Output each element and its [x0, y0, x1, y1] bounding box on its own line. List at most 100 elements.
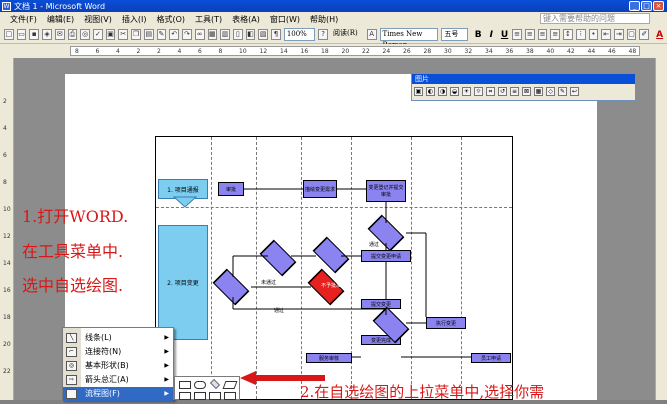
- data-shape-icon[interactable]: [222, 381, 238, 389]
- text-wrapping-icon[interactable]: ▦: [534, 87, 543, 96]
- align-center-icon[interactable]: ≡: [524, 29, 535, 40]
- reset-picture-icon[interactable]: ↩: [570, 87, 579, 96]
- print-preview-icon[interactable]: ◎: [80, 29, 91, 40]
- document-map-icon[interactable]: ▧: [258, 29, 269, 40]
- styles-icon[interactable]: A: [366, 29, 377, 40]
- font-select[interactable]: Times New Roman: [379, 28, 439, 49]
- vertical-scrollbar[interactable]: [655, 58, 667, 400]
- align-left-icon[interactable]: ≡: [512, 29, 522, 40]
- insert-picture-icon[interactable]: ▣: [414, 87, 423, 96]
- maximize-button[interactable]: □: [641, 1, 652, 11]
- decrease-indent-icon[interactable]: ⇤: [601, 29, 611, 40]
- instruction-line-2: 在工具菜单中.: [22, 242, 124, 261]
- ruler-tick: 4: [3, 125, 7, 132]
- ruler-tick: 18: [321, 48, 329, 55]
- insert-table-icon[interactable]: ▥: [220, 29, 230, 40]
- vertical-ruler[interactable]: 2 4 6 8 10 12 14 16 18 20 22: [0, 58, 14, 400]
- menu-table[interactable]: 表格(A): [232, 14, 260, 25]
- menu-item-basic-shapes[interactable]: ◎ 基本形状(B) ▶: [63, 359, 173, 373]
- hyperlink-icon[interactable]: ∞: [194, 29, 205, 40]
- underline-button[interactable]: U: [501, 30, 508, 40]
- menu-insert[interactable]: 插入(I): [122, 14, 147, 25]
- internal-storage-shape-icon[interactable]: [194, 392, 206, 400]
- border-icon[interactable]: ▢: [626, 29, 637, 40]
- line-style-icon[interactable]: ≡: [510, 87, 519, 96]
- menu-item-block-arrows[interactable]: ⇨ 箭头总汇(A) ▶: [63, 373, 173, 387]
- ruler-tick: 6: [198, 48, 202, 55]
- alternate-process-shape-icon[interactable]: [194, 381, 206, 389]
- numbering-icon[interactable]: ⁝: [575, 29, 586, 40]
- menu-item-label: 连接符(N): [85, 347, 122, 356]
- more-brightness-icon[interactable]: ☀: [462, 87, 471, 96]
- columns-icon[interactable]: ▯: [232, 29, 243, 40]
- help-icon[interactable]: ?: [318, 29, 328, 40]
- help-search-input[interactable]: 键入需要帮助的问题: [540, 13, 650, 24]
- spelling-icon[interactable]: ✓: [93, 29, 103, 40]
- italic-button[interactable]: I: [490, 30, 493, 40]
- minimize-button[interactable]: _: [629, 1, 640, 11]
- font-size-select[interactable]: 五号: [441, 28, 468, 41]
- block-arrows-icon: ⇨: [66, 375, 77, 385]
- menu-edit[interactable]: 编辑(E): [47, 14, 74, 25]
- menu-item-flowchart[interactable]: ▭ 流程图(F) ▶: [63, 387, 173, 401]
- menu-item-lines[interactable]: ╲ 线条(L) ▶: [63, 331, 173, 345]
- read-button[interactable]: 阅读(R): [331, 28, 364, 41]
- ruler-tick: 26: [403, 48, 411, 55]
- font-color-button[interactable]: A: [656, 30, 663, 40]
- align-right-icon[interactable]: ≡: [537, 29, 548, 40]
- less-contrast-icon[interactable]: ◒: [450, 87, 459, 96]
- undo-icon[interactable]: ↶: [169, 29, 180, 40]
- horizontal-ruler[interactable]: 8 6 4 2 2 4 6 8 10 12 14 16 18 20 22 24 26 28 30 32 34 36 38 40…: [70, 46, 640, 56]
- color-icon[interactable]: ◐: [426, 87, 435, 96]
- menu-file[interactable]: 文件(F): [10, 14, 37, 25]
- cut-icon[interactable]: ✂: [118, 29, 129, 40]
- format-painter-icon[interactable]: ✎: [156, 29, 167, 40]
- close-button[interactable]: ×: [653, 1, 664, 11]
- ruler-tick: 12: [259, 48, 268, 55]
- highlight-icon[interactable]: ✐: [639, 29, 650, 40]
- copy-icon[interactable]: ❐: [131, 29, 141, 40]
- increase-indent-icon[interactable]: ⇥: [613, 29, 624, 40]
- document-shape-icon[interactable]: [209, 392, 221, 400]
- print-icon[interactable]: ⎙: [67, 29, 78, 40]
- menu-format[interactable]: 格式(O): [156, 14, 185, 25]
- format-picture-icon[interactable]: ◇: [546, 87, 555, 96]
- more-contrast-icon[interactable]: ◑: [438, 87, 447, 96]
- process-shape-icon[interactable]: [179, 381, 191, 389]
- zoom-select[interactable]: 100%: [283, 28, 316, 41]
- connectors-icon: ⌐: [66, 347, 77, 357]
- less-brightness-icon[interactable]: ☼: [474, 87, 483, 96]
- ruler-tick: 4: [116, 48, 120, 55]
- picture-toolbar-title: 图片: [412, 74, 635, 84]
- bold-button[interactable]: B: [475, 30, 482, 40]
- paste-icon[interactable]: ▤: [143, 29, 154, 40]
- show-hide-icon[interactable]: ¶: [271, 29, 281, 40]
- line-spacing-icon[interactable]: ↕: [563, 29, 573, 40]
- menu-tools[interactable]: 工具(T): [195, 14, 222, 25]
- transparent-color-icon[interactable]: ✎: [558, 87, 567, 96]
- menu-view[interactable]: 视图(V): [84, 14, 112, 25]
- decision-shape-icon[interactable]: [210, 379, 220, 389]
- tables-icon[interactable]: ▦: [207, 29, 218, 40]
- flowchart-picture[interactable]: 1. 项目通报 2. 项目变更 审批 描绘变更需求 变更登记并提交审批 提交变更…: [155, 136, 513, 400]
- crop-icon[interactable]: ⌗: [486, 87, 495, 96]
- bullets-icon[interactable]: •: [588, 29, 599, 40]
- research-icon[interactable]: ▣: [105, 29, 116, 40]
- email-icon[interactable]: ✉: [54, 29, 65, 40]
- ruler-tick: 10: [239, 48, 247, 55]
- drawing-icon[interactable]: ◧: [245, 29, 256, 40]
- menu-help[interactable]: 帮助(H): [310, 14, 338, 25]
- new-document-icon[interactable]: □: [4, 29, 14, 40]
- menu-window[interactable]: 窗口(W): [270, 14, 300, 25]
- menu-item-connectors[interactable]: ⌐ 连接符(N) ▶: [63, 345, 173, 359]
- multidocument-shape-icon[interactable]: [224, 392, 236, 400]
- justify-icon[interactable]: ≡: [550, 29, 561, 40]
- open-folder-icon[interactable]: ▭: [16, 29, 27, 40]
- ruler-tick: 2: [136, 48, 141, 55]
- redo-icon[interactable]: ↷: [182, 29, 192, 40]
- compress-icon[interactable]: ⊠: [522, 87, 531, 96]
- predefined-process-shape-icon[interactable]: [179, 392, 191, 400]
- save-icon[interactable]: ▪: [29, 29, 40, 40]
- permission-icon[interactable]: ◈: [42, 29, 52, 40]
- rotate-icon[interactable]: ↺: [498, 87, 507, 96]
